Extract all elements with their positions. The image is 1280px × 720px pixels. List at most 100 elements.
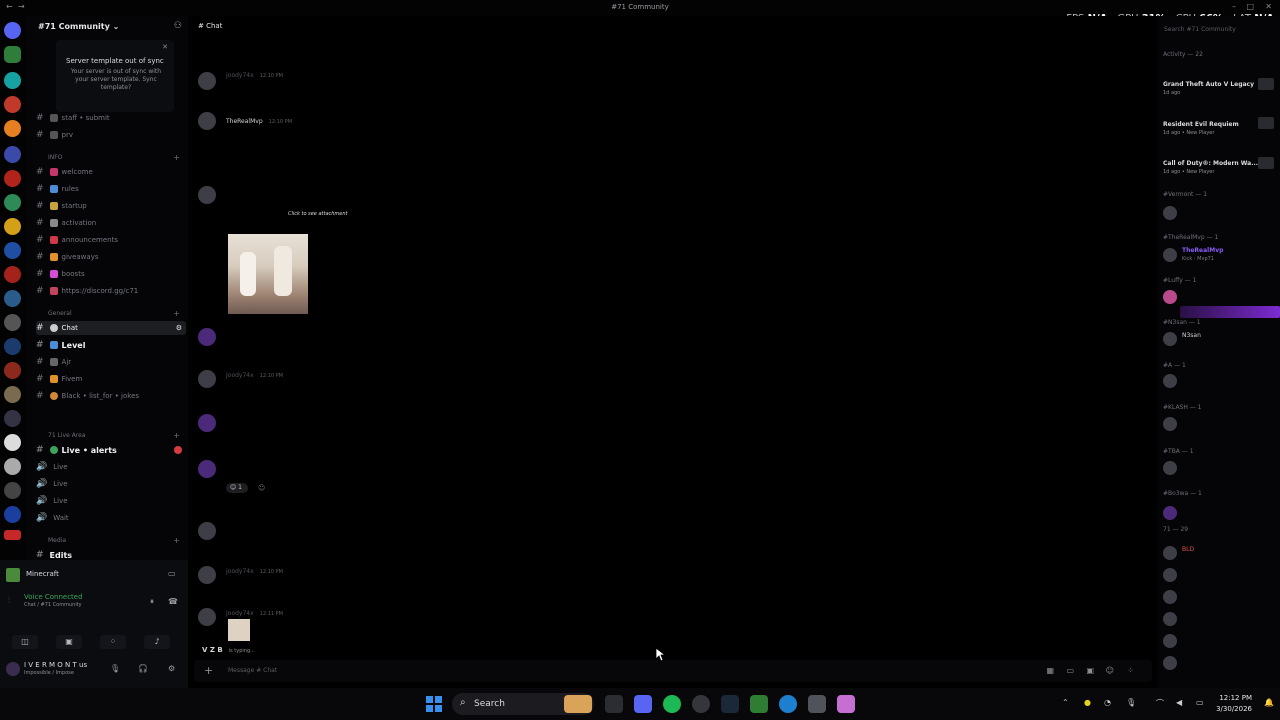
network-icon[interactable]: ◔ [1104, 698, 1111, 707]
taskbar-clock[interactable]: 12:12 PM 3/30/2026 [1216, 693, 1252, 715]
server-icon[interactable] [4, 530, 21, 540]
server-icon[interactable] [4, 120, 21, 137]
soundboard-button[interactable]: ♪ [144, 635, 170, 649]
channel-fivem[interactable]: # Fivem [36, 372, 82, 386]
avatar[interactable] [1163, 290, 1177, 304]
channel-prv[interactable]: # prv [36, 128, 73, 142]
server-icon[interactable] [4, 242, 21, 259]
activity-title[interactable]: Resident Evil Requiem [1163, 121, 1239, 128]
server-icon[interactable] [4, 458, 21, 475]
voice-channel-wait[interactable]: 🔊 Wait [36, 511, 69, 525]
gif-icon[interactable]: ▭ [1066, 666, 1074, 675]
message-author[interactable]: Joody74x 12:10 PM [226, 72, 283, 79]
category-media[interactable]: Media [48, 537, 66, 544]
avatar[interactable] [198, 370, 216, 388]
avatar[interactable] [1163, 506, 1177, 520]
task-view-icon[interactable] [605, 695, 623, 713]
widget-icon[interactable] [564, 695, 592, 713]
settings-icon[interactable]: ⚙ [168, 664, 175, 673]
user-name[interactable]: I V E R M O N T us [24, 661, 87, 669]
channel-welcome[interactable]: # welcome [36, 165, 93, 179]
avatar[interactable] [198, 460, 216, 478]
server-icon[interactable] [4, 338, 21, 355]
settings-icon[interactable] [808, 695, 826, 713]
add-channel-icon[interactable]: + [173, 153, 180, 162]
minimize-icon[interactable]: – [1232, 2, 1236, 11]
signal-icon[interactable]: ⫶ [8, 596, 10, 606]
server-icon[interactable] [4, 266, 21, 283]
add-channel-icon[interactable]: + [173, 431, 180, 440]
avatar[interactable] [198, 186, 216, 204]
avatar[interactable] [1163, 206, 1177, 220]
category-info[interactable]: INFO [48, 154, 62, 161]
message-author[interactable]: Joody74x 12:10 PM [226, 568, 283, 575]
microphone-icon[interactable]: 🎙 [1126, 698, 1136, 707]
server-icon[interactable] [4, 482, 21, 499]
channel-ajr[interactable]: # Ajr [36, 355, 71, 369]
avatar[interactable] [1163, 568, 1177, 582]
category-live-area[interactable]: 71 Live Area [48, 432, 86, 439]
steam-icon[interactable] [721, 695, 739, 713]
server-icon[interactable] [4, 362, 21, 379]
battery-icon[interactable]: ▭ [1196, 698, 1204, 707]
message-author[interactable]: Joody74x 12:11 PM [226, 610, 283, 617]
apps-icon[interactable]: ⁘ [1127, 666, 1134, 675]
tray-app-icon[interactable]: ● [1084, 698, 1091, 707]
reaction-pill[interactable]: 😊 1 [226, 483, 248, 493]
close-icon[interactable]: ✕ [162, 43, 168, 51]
channel-invite-link[interactable]: # https://discord.gg/c71 [36, 284, 138, 298]
volume-icon[interactable]: ◀ [1176, 698, 1182, 707]
message-input[interactable]: Message # Chat [228, 667, 277, 674]
channel-live-alerts[interactable]: # Live • alerts [36, 443, 117, 457]
voice-channel-live[interactable]: 🔊 Live [36, 460, 68, 474]
voice-channel-sub[interactable]: Chat / #71 Community [24, 602, 82, 608]
channel-activation[interactable]: # activation [36, 216, 96, 230]
message-image[interactable] [228, 619, 250, 641]
xbox-icon[interactable] [750, 695, 768, 713]
channel-giveaways[interactable]: # giveaways [36, 250, 98, 264]
category-general[interactable]: General [48, 310, 72, 317]
server-icon[interactable] [4, 506, 21, 523]
message-author[interactable]: TheRealMvp 12:10 PM [226, 118, 292, 125]
screen-share-button[interactable]: ▣ [56, 635, 82, 649]
voice-channel-live[interactable]: 🔊 Live [36, 494, 68, 508]
channel-announcements[interactable]: # announcements [36, 233, 118, 247]
voice-status[interactable]: Voice Connected [24, 593, 83, 601]
member-name[interactable]: TheRealMvp [1182, 247, 1223, 254]
avatar[interactable] [1163, 546, 1177, 560]
channel-level[interactable]: # Level [36, 338, 85, 352]
voice-channel-live[interactable]: 🔊 Live [36, 477, 68, 491]
member-name[interactable]: BLD [1182, 546, 1194, 553]
attachment-link[interactable]: Click to see attachment [288, 211, 348, 217]
app-icon[interactable] [837, 695, 855, 713]
disconnect-icon[interactable]: ☎ [168, 597, 178, 606]
activities-button[interactable]: ⁘ [100, 635, 126, 649]
member-name[interactable]: N3san [1182, 332, 1201, 339]
deafen-icon[interactable]: 🎧 [138, 664, 148, 673]
discord-home-icon[interactable] [4, 22, 21, 39]
notifications-icon[interactable]: 🔔 [1264, 698, 1274, 707]
server-icon[interactable] [4, 146, 21, 163]
popup-body[interactable]: Your server is out of sync with your ser… [68, 68, 164, 92]
channel-staff-submit[interactable]: # staff • submit [36, 111, 110, 125]
avatar[interactable] [198, 522, 216, 540]
avatar[interactable] [1163, 656, 1177, 670]
avatar[interactable] [1163, 612, 1177, 626]
camera-button[interactable]: ◫ [12, 635, 38, 649]
activity-monitor-icon[interactable]: ▭ [168, 569, 176, 578]
github-icon[interactable] [692, 695, 710, 713]
wifi-icon[interactable]: ⌒ [1156, 698, 1164, 709]
activity-title[interactable]: Call of Duty®: Modern Wa... [1163, 160, 1258, 167]
tray-overflow-icon[interactable]: ⌃ [1062, 698, 1069, 707]
channel-black-list[interactable]: # Black • list_for • jokes [36, 389, 139, 403]
channel-boosts[interactable]: # boosts [36, 267, 85, 281]
add-member-icon[interactable]: ⚇ [174, 21, 182, 31]
avatar[interactable] [1163, 590, 1177, 604]
noise-suppression-icon[interactable]: ⏸ [150, 597, 154, 607]
avatar[interactable] [1163, 417, 1177, 431]
gift-icon[interactable]: ▦ [1046, 666, 1054, 675]
add-reaction-icon[interactable]: ☺ [258, 484, 265, 492]
message-author[interactable]: Joody74x 12:10 PM [226, 372, 283, 379]
spotify-icon[interactable] [663, 695, 681, 713]
avatar[interactable] [198, 328, 216, 346]
